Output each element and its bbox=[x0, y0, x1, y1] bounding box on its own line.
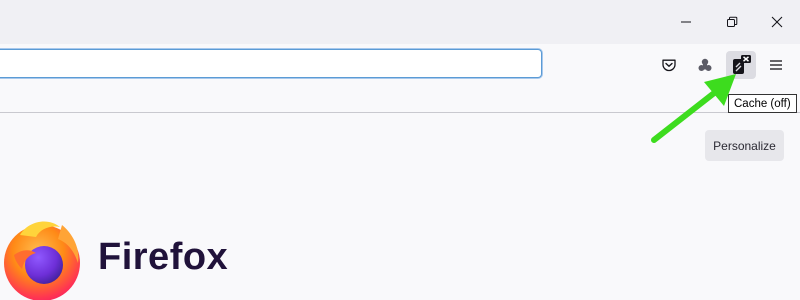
pocket-button[interactable] bbox=[654, 51, 684, 79]
cache-off-icon bbox=[733, 55, 751, 74]
hamburger-menu-icon bbox=[770, 60, 782, 70]
personalize-button[interactable]: Personalize bbox=[705, 130, 784, 161]
new-tab-page: Personalize Firefox bbox=[0, 113, 800, 300]
restore-icon bbox=[727, 16, 738, 27]
cache-toggle-button[interactable] bbox=[726, 51, 756, 79]
app-menu-button[interactable] bbox=[761, 51, 791, 79]
url-bar-input[interactable] bbox=[0, 49, 542, 78]
title-bar bbox=[0, 0, 800, 44]
minimize-icon bbox=[681, 21, 691, 23]
close-button[interactable] bbox=[754, 0, 800, 44]
restore-button[interactable] bbox=[709, 0, 755, 44]
browser-window: Personalize Firefox Cache (off) bbox=[0, 0, 800, 300]
extension-button[interactable] bbox=[690, 51, 720, 79]
cache-tooltip: Cache (off) bbox=[728, 94, 797, 113]
firefox-wordmark: Firefox bbox=[98, 236, 229, 278]
pocket-icon bbox=[662, 59, 676, 72]
close-icon bbox=[771, 16, 783, 28]
navigation-toolbar bbox=[0, 44, 800, 113]
firefox-logo-icon bbox=[4, 221, 80, 300]
minimize-button[interactable] bbox=[663, 0, 709, 44]
extension-icon bbox=[698, 58, 712, 71]
